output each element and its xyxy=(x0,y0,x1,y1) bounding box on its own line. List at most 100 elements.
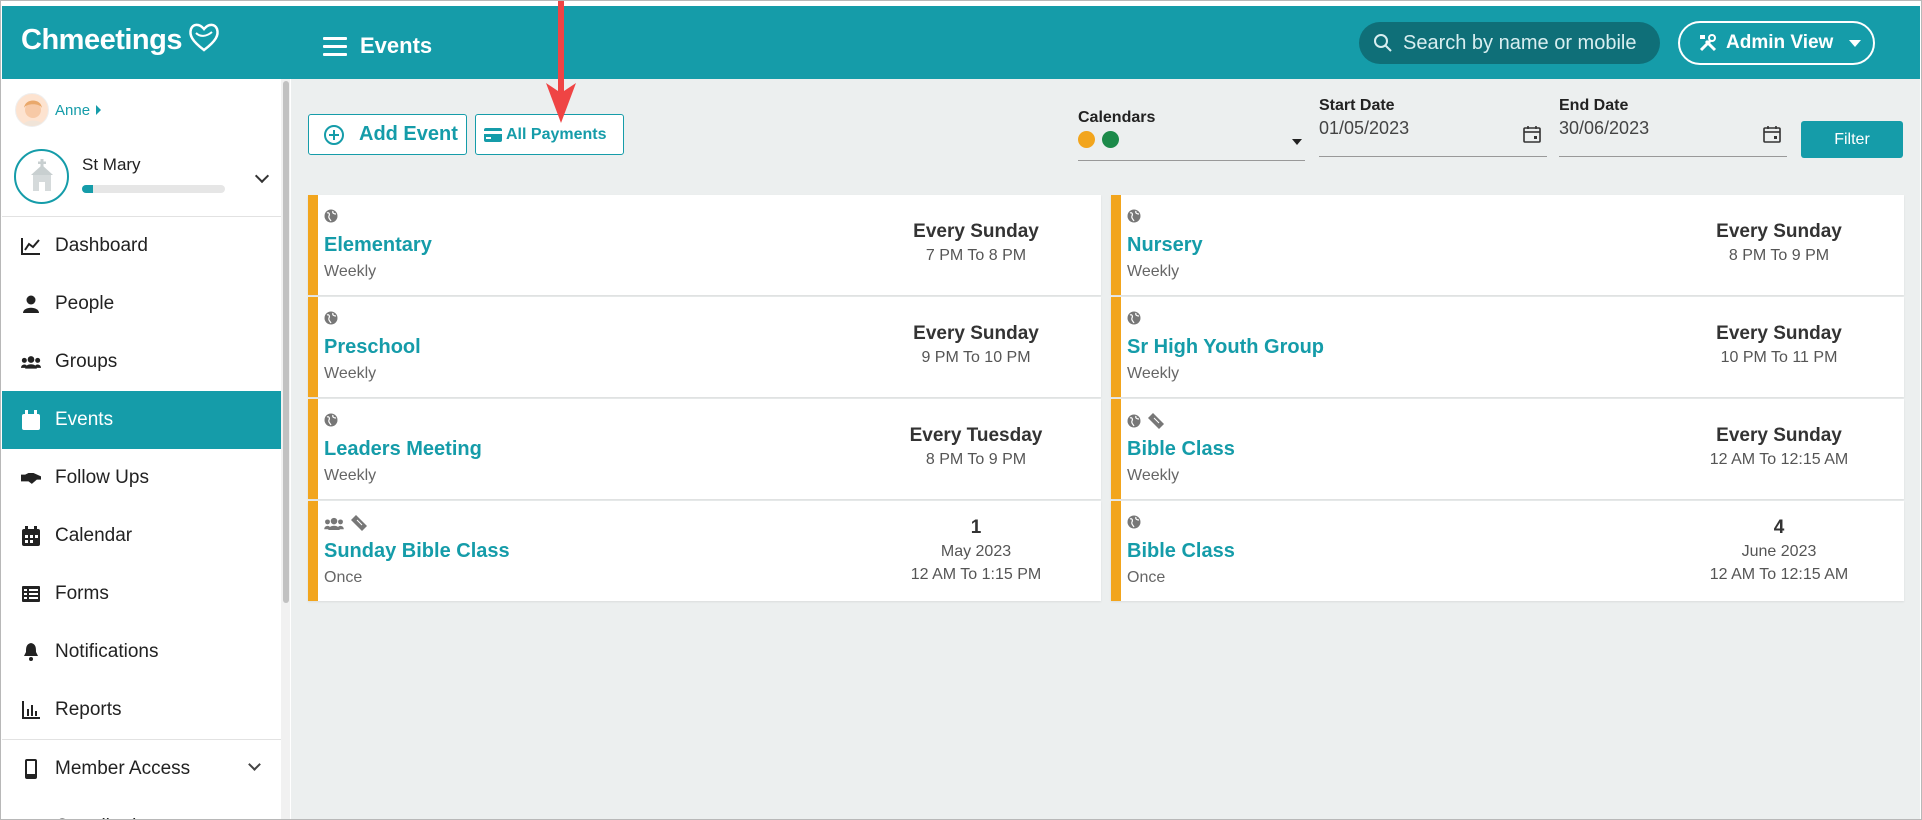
event-schedule-sub: June 2023 xyxy=(1741,543,1817,560)
tools-icon xyxy=(1699,34,1717,52)
sidebar-item-notifications[interactable]: Notifications xyxy=(2,623,281,681)
event-schedule-main: 1 xyxy=(970,517,982,538)
event-schedule-sub: 8 PM To 9 PM xyxy=(1728,247,1830,264)
event-schedule: Every Tuesday 8 PM To 9 PM xyxy=(851,425,1101,469)
list-icon xyxy=(21,584,41,604)
globe-icon xyxy=(324,209,338,223)
event-schedule: Every Sunday 9 PM To 10 PM xyxy=(851,323,1101,367)
globe-icon xyxy=(324,311,338,325)
event-frequency: Weekly xyxy=(324,365,377,382)
event-title[interactable]: Nursery xyxy=(1127,234,1203,257)
event-card[interactable]: Nursery Weekly Every Sunday 8 PM To 9 PM xyxy=(1111,195,1904,295)
sidebar-item-label: Member Access xyxy=(55,758,191,779)
event-card[interactable]: Bible Class Weekly Every Sunday 12 AM To 12… xyxy=(1111,399,1904,499)
logo[interactable]: Chmeetings xyxy=(21,23,222,57)
globe-icon xyxy=(1127,515,1141,529)
event-title[interactable]: Sunday Bible Class xyxy=(324,540,510,563)
sidebar-item-events[interactable]: Events xyxy=(2,391,281,449)
sidebar-scrollbar-thumb[interactable] xyxy=(283,81,289,603)
users-icon xyxy=(324,517,344,530)
add-event-button[interactable]: Add Event xyxy=(308,114,467,155)
sidebar-item-label: Follow Ups xyxy=(55,467,149,488)
sidebar-item-label: Contributions xyxy=(55,816,167,819)
event-title[interactable]: Preschool xyxy=(324,336,421,359)
event-schedule-main: Every Sunday xyxy=(913,323,1039,344)
start-date-field[interactable]: 01/05/2023 xyxy=(1319,115,1547,157)
chevron-down-icon[interactable] xyxy=(254,168,270,184)
sidebar-item-label: Groups xyxy=(55,351,118,372)
event-icons xyxy=(324,311,338,325)
church-progress-bar xyxy=(82,185,225,193)
event-title[interactable]: Bible Class xyxy=(1127,438,1235,461)
event-frequency: Weekly xyxy=(1127,365,1180,382)
sidebar-item-groups[interactable]: Groups xyxy=(2,333,281,391)
event-card[interactable]: Preschool Weekly Every Sunday 9 PM To 10 PM xyxy=(308,297,1101,397)
event-title[interactable]: Bible Class xyxy=(1127,540,1235,563)
calendars-select[interactable] xyxy=(1078,119,1305,161)
event-card[interactable]: Bible Class Once 4 June 2023 12 AM To 12:15 … xyxy=(1111,501,1904,601)
sidebar-item-calendar[interactable]: Calendar xyxy=(2,507,281,565)
event-frequency: Once xyxy=(1127,569,1166,586)
sidebar-item-forms[interactable]: Forms xyxy=(2,565,281,623)
events-column-right: Nursery Weekly Every Sunday 8 PM To 9 PM Sr … xyxy=(1111,195,1904,603)
event-card[interactable]: Elementary Weekly Every Sunday 7 PM To 8 PM xyxy=(308,195,1101,295)
calendar-picker-icon[interactable] xyxy=(1523,125,1541,143)
calendar-grid-icon xyxy=(21,526,41,546)
sidebar-item-people[interactable]: People xyxy=(2,275,281,333)
end-date-value: 30/06/2023 xyxy=(1559,118,1650,138)
event-schedule-sub: 7 PM To 8 PM xyxy=(925,247,1027,264)
event-schedule-main: Every Sunday xyxy=(1716,323,1842,344)
logo-text: Chmeetings xyxy=(21,24,182,56)
calendar-picker-icon[interactable] xyxy=(1763,125,1781,143)
sidebar-item-reports[interactable]: Reports xyxy=(2,681,281,739)
church-selector[interactable]: St Mary xyxy=(14,149,274,209)
sidebar-item-member-access[interactable]: Member Access xyxy=(2,740,281,798)
event-title[interactable]: Sr High Youth Group xyxy=(1127,336,1324,359)
event-title[interactable]: Leaders Meeting xyxy=(324,438,482,461)
event-card[interactable]: Leaders Meeting Weekly Every Tuesday 8 PM T… xyxy=(308,399,1101,499)
all-payments-label: All Payments xyxy=(506,125,607,143)
sidebar-item-label: Dashboard xyxy=(55,235,148,256)
event-schedule: Every Sunday 10 PM To 11 PM xyxy=(1654,323,1904,367)
page-title: Events xyxy=(360,33,433,58)
event-title[interactable]: Elementary xyxy=(324,234,432,257)
event-schedule-main: 4 xyxy=(1773,517,1785,538)
event-schedule-time: 12 AM To 12:15 AM xyxy=(1709,566,1849,583)
search-input[interactable] xyxy=(1403,31,1643,55)
globe-icon xyxy=(1127,414,1141,428)
sidebar-item-label: Events xyxy=(55,409,114,430)
search-box[interactable] xyxy=(1359,22,1660,64)
search-icon xyxy=(1374,34,1392,52)
globe-icon xyxy=(324,413,338,427)
avatar xyxy=(15,93,49,127)
events-column-left: Elementary Weekly Every Sunday 7 PM To 8 PM… xyxy=(308,195,1101,603)
ticket-icon xyxy=(351,515,367,531)
admin-view-button[interactable]: Admin View xyxy=(1678,21,1875,65)
event-schedule: Every Sunday 12 AM To 12:15 AM xyxy=(1654,425,1904,469)
event-schedule: Every Sunday 8 PM To 9 PM xyxy=(1654,221,1904,265)
start-date-label: Start Date xyxy=(1319,97,1395,114)
sidebar-item-contributions[interactable]: Contributions xyxy=(2,798,281,819)
event-icons xyxy=(324,515,367,531)
plus-circle-icon xyxy=(324,124,344,145)
start-date-value: 01/05/2023 xyxy=(1319,118,1410,138)
caret-right-icon xyxy=(96,105,102,115)
handshake-icon xyxy=(21,468,41,488)
user-menu[interactable]: Anne xyxy=(15,93,102,127)
sidebar-item-label: Reports xyxy=(55,699,122,720)
event-icons xyxy=(1127,311,1141,325)
event-card[interactable]: Sr High Youth Group Weekly Every Sunday 10 … xyxy=(1111,297,1904,397)
event-card[interactable]: Sunday Bible Class Once 1 May 2023 12 AM To … xyxy=(308,501,1101,601)
event-schedule-main: Every Sunday xyxy=(1716,425,1842,446)
event-icons xyxy=(1127,413,1164,429)
sidebar-item-label: Calendar xyxy=(55,525,133,546)
user-name: Anne xyxy=(55,101,91,119)
sidebar-item-follow-ups[interactable]: Follow Ups xyxy=(2,449,281,507)
users-icon xyxy=(21,352,41,372)
filter-button[interactable]: Filter xyxy=(1801,121,1903,158)
end-date-field[interactable]: 30/06/2023 xyxy=(1559,115,1787,157)
mobile-icon xyxy=(21,759,41,779)
menu-toggle-icon[interactable] xyxy=(323,37,347,57)
annotation-arrow-icon xyxy=(546,1,576,123)
sidebar-item-dashboard[interactable]: Dashboard xyxy=(2,217,281,275)
